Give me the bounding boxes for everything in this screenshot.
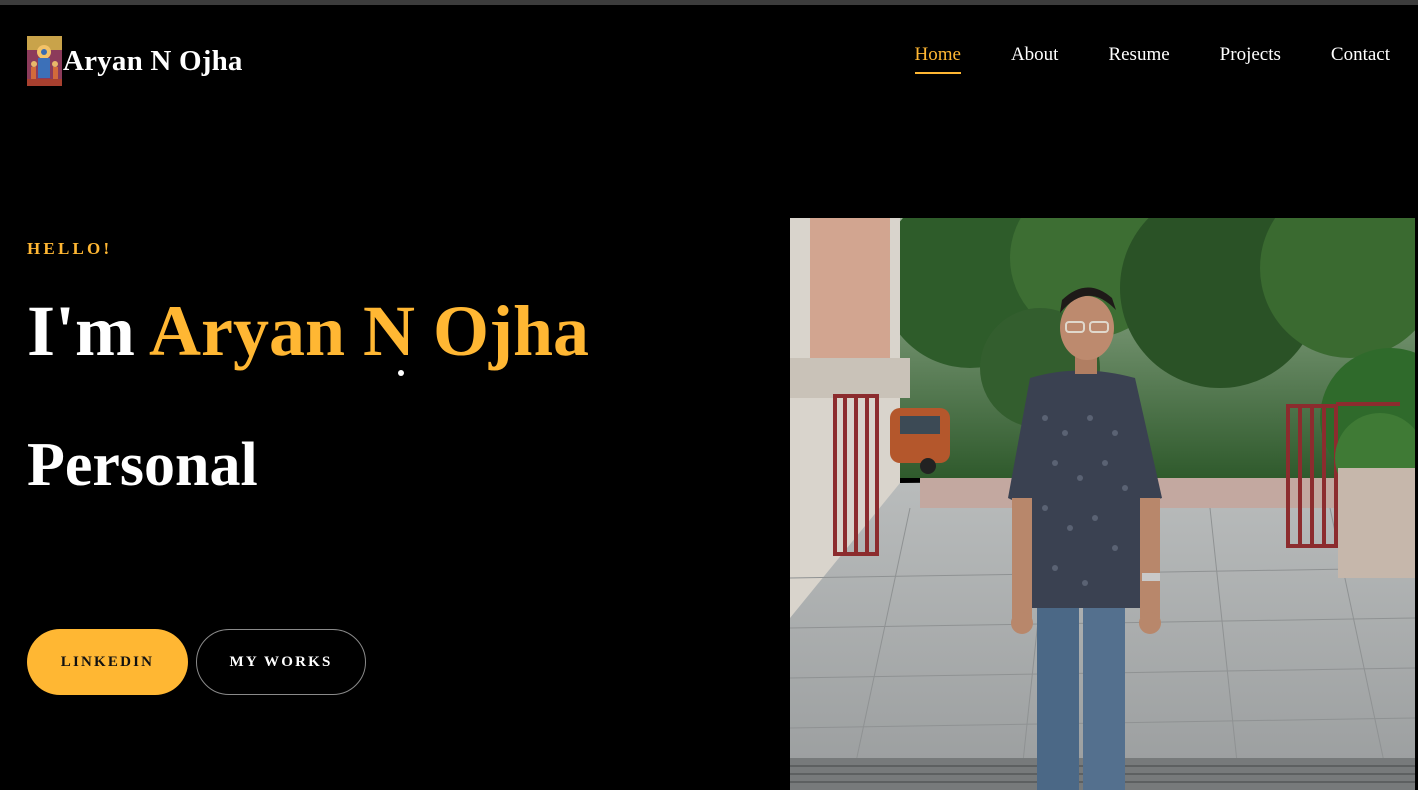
- brand-name: Aryan N Ojha: [63, 44, 243, 77]
- hero-name: Aryan N Ojha: [149, 291, 590, 371]
- nav-about[interactable]: About: [1011, 44, 1059, 74]
- nav-projects[interactable]: Projects: [1220, 44, 1281, 74]
- brand-link[interactable]: Aryan N Ojha: [27, 36, 243, 86]
- hero-intro: I'm: [27, 291, 135, 371]
- nav-resume[interactable]: Resume: [1108, 44, 1169, 74]
- hero-portrait-photo: [790, 218, 1415, 790]
- nav-contact[interactable]: Contact: [1331, 44, 1390, 74]
- nav-home[interactable]: Home: [914, 44, 962, 74]
- deity-portrait-icon: [27, 36, 62, 86]
- hero-headline: I'm Aryan N Ojha: [27, 290, 589, 373]
- linkedin-button[interactable]: LINKEDIN: [27, 629, 188, 695]
- mouse-cursor-dot: [398, 370, 404, 376]
- hero-greeting: HELLO!: [27, 239, 113, 258]
- hero-role: Personal: [27, 431, 258, 499]
- main-nav: Home About Resume Projects Contact: [865, 44, 1390, 74]
- browser-top-edge: [0, 0, 1418, 5]
- my-works-button[interactable]: MY WORKS: [196, 629, 366, 695]
